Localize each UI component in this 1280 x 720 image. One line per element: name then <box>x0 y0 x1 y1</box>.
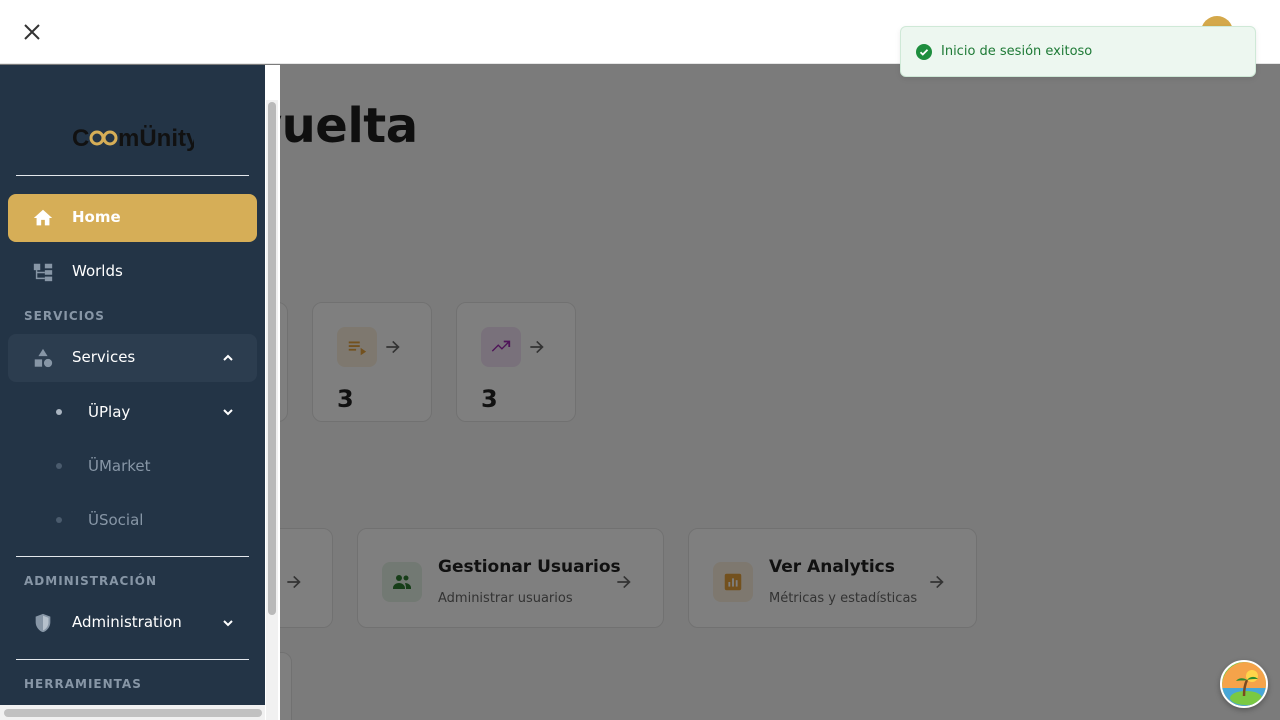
chevron-down-icon <box>223 620 233 627</box>
sidebar-subitem-label: ÜSocial <box>88 511 144 529</box>
sidebar-subitem-usocial[interactable]: ÜSocial <box>16 500 257 540</box>
vertical-scrollbar[interactable] <box>266 100 278 720</box>
sidebar-item-worlds[interactable]: Worlds <box>8 248 257 296</box>
sidebar-panel: C mÜnity Home Worlds SERVICIOS Services … <box>0 65 265 720</box>
home-icon <box>33 209 53 226</box>
coomunity-logo: C mÜnity <box>72 125 194 152</box>
bullet-icon <box>56 517 62 523</box>
check-circle-icon <box>916 44 932 60</box>
section-heading-services: SERVICIOS <box>24 309 105 323</box>
sidebar-subitem-umarket[interactable]: ÜMarket <box>16 446 257 486</box>
sidebar-item-administration[interactable]: Administration <box>8 599 257 647</box>
section-heading-tools: HERRAMIENTAS <box>24 677 142 691</box>
sidebar-subitem-uplay[interactable]: ÜPlay <box>16 392 257 432</box>
chevron-down-icon <box>223 409 233 416</box>
success-toast: Inicio de sesión exitoso <box>900 26 1256 77</box>
bullet-icon <box>56 463 62 469</box>
divider <box>16 659 249 660</box>
toast-message: Inicio de sesión exitoso <box>941 44 1093 59</box>
sidebar-subitem-label: ÜPlay <box>88 403 131 421</box>
svg-text:mÜnity: mÜnity <box>118 125 194 152</box>
divider <box>16 175 249 176</box>
scrollbar-thumb[interactable] <box>4 709 262 717</box>
sidebar-item-services[interactable]: Services <box>8 334 257 382</box>
bullet-icon <box>56 409 62 415</box>
sidebar-drawer: C mÜnity Home Worlds SERVICIOS Services … <box>0 65 280 720</box>
hierarchy-icon <box>33 263 53 282</box>
horizontal-scrollbar[interactable] <box>0 705 265 720</box>
close-icon[interactable] <box>20 20 44 44</box>
svg-text:C: C <box>72 125 89 152</box>
assistant-fab[interactable] <box>1220 660 1268 708</box>
scrollbar-thumb[interactable] <box>268 102 276 615</box>
section-heading-admin: ADMINISTRACIÓN <box>24 574 158 588</box>
sidebar-item-label: Services <box>72 348 136 366</box>
sidebar-subitem-label: ÜMarket <box>88 457 151 475</box>
category-icon <box>34 348 53 368</box>
chevron-up-icon <box>223 354 233 361</box>
sidebar-item-label: Home <box>72 208 121 226</box>
sidebar-item-label: Worlds <box>72 262 123 280</box>
divider <box>16 556 249 557</box>
shield-icon <box>35 613 51 633</box>
sidebar-item-home[interactable]: Home <box>8 194 257 242</box>
sidebar-item-label: Administration <box>72 613 182 631</box>
